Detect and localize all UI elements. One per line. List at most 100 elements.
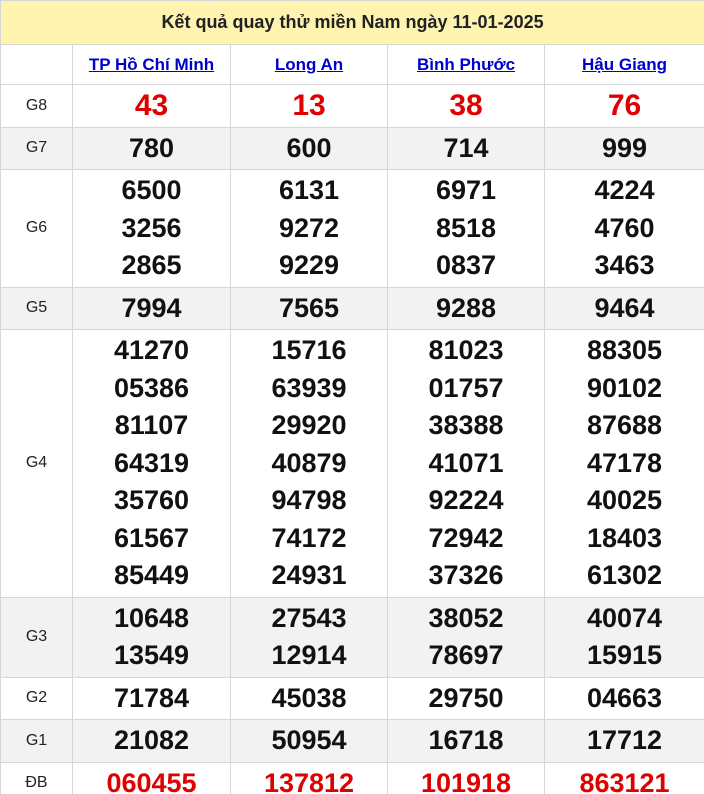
prize-number: 15716 (271, 335, 347, 365)
prize-cell: 9288 (387, 286, 545, 330)
prize-cell: 7565 (230, 286, 388, 330)
prize-number: 18403 (586, 522, 663, 553)
prize-row-g4: G4 41270 05386 81107 64319 35760 61567 8… (0, 329, 704, 598)
prize-number: 40025 (586, 485, 663, 515)
prize-cell: 7994 (72, 286, 231, 330)
prize-number: 9464 (594, 292, 655, 323)
prize-number: 94798 (271, 485, 347, 515)
prize-number: 2865 (121, 250, 182, 280)
prize-row-g6: G6 6500 3256 2865 6131 9272 9229 6971 85… (0, 169, 704, 288)
prize-number: 04663 (586, 682, 663, 713)
province-header-hcm: TP Hồ Chí Minh (72, 44, 231, 85)
prize-number: 9229 (278, 250, 340, 280)
prize-cell: 714 (387, 126, 545, 170)
prize-label-g1: G1 (0, 719, 73, 763)
prize-cell: 38 (387, 84, 545, 128)
prize-number: 0837 (435, 250, 497, 280)
prize-label-g7: G7 (0, 126, 73, 170)
prize-label-g4: G4 (0, 329, 73, 598)
prize-cell: 50954 (230, 719, 388, 763)
province-link-hcm[interactable]: TP Hồ Chí Minh (89, 55, 214, 74)
province-header-binh-phuoc: Bình Phước (387, 44, 545, 85)
prize-number: 41071 (428, 447, 504, 478)
province-link-binh-phuoc[interactable]: Bình Phước (417, 55, 515, 74)
prize-cell: 999 (543, 126, 704, 170)
prize-number: 600 (286, 132, 332, 163)
prize-cell: 04663 (543, 676, 704, 720)
prize-number: 16718 (428, 725, 504, 755)
prize-number: 6500 (121, 175, 182, 205)
prize-label-special: ĐB (0, 761, 73, 794)
prize-number: 15915 (586, 640, 663, 670)
prize-number: 4760 (594, 212, 655, 243)
prize-number: 10648 (113, 602, 190, 633)
prize-cell: 17712 (543, 719, 704, 763)
results-table: Kết quả quay thử miền Nam ngày 11-01-202… (0, 0, 704, 794)
special-prize-number: 060455 (106, 767, 197, 794)
prize-cell: 76 (543, 84, 704, 128)
prize-number: 43 (134, 89, 169, 122)
province-link-hau-giang[interactable]: Hậu Giang (582, 55, 667, 74)
prize-number: 29750 (428, 682, 504, 713)
prize-number: 9272 (278, 212, 340, 243)
prize-number: 37326 (428, 560, 504, 590)
prize-number: 01757 (428, 372, 504, 403)
prize-cell: 81023 01757 38388 41071 92224 72942 3732… (387, 329, 545, 598)
prize-cell: 101918 (387, 761, 545, 794)
prize-number: 05386 (113, 372, 190, 403)
prize-number: 78697 (428, 640, 504, 670)
prize-number: 12914 (271, 640, 347, 670)
prize-number: 8518 (435, 212, 497, 243)
prize-cell: 6131 9272 9229 (230, 169, 388, 288)
prize-number: 72942 (428, 522, 504, 553)
prize-number: 6131 (278, 175, 340, 205)
prize-cell: 21082 (72, 719, 231, 763)
prize-label-g6: G6 (0, 169, 73, 288)
prize-number: 13 (292, 89, 326, 122)
prize-cell: 137812 (230, 761, 388, 794)
prize-row-g3: G3 10648 13549 27543 12914 38052 78697 4… (0, 596, 704, 678)
prize-number: 6971 (435, 175, 497, 205)
prize-number: 38052 (428, 602, 504, 633)
prize-number: 35760 (113, 485, 190, 515)
page-title: Kết quả quay thử miền Nam ngày 11-01-202… (0, 0, 704, 45)
prize-number: 47178 (586, 447, 663, 478)
prize-row-g8: G8 43 13 38 76 (0, 84, 704, 128)
prize-number: 7565 (278, 292, 340, 323)
province-header-long-an: Long An (230, 44, 388, 85)
prize-number: 87688 (586, 410, 663, 440)
prize-cell: 16718 (387, 719, 545, 763)
prize-label-g5: G5 (0, 286, 73, 330)
prize-number: 85449 (113, 560, 190, 590)
prize-number: 41270 (113, 335, 190, 365)
prize-cell: 13 (230, 84, 388, 128)
special-prize-number: 863121 (579, 767, 670, 794)
prize-number: 38388 (428, 410, 504, 440)
prize-number: 92224 (428, 485, 504, 515)
prize-cell: 060455 (72, 761, 231, 794)
prize-number: 40879 (271, 447, 347, 478)
prize-number: 45038 (271, 682, 347, 713)
prize-number: 21082 (113, 725, 190, 755)
prize-row-g1: G1 21082 50954 16718 17712 (0, 719, 704, 763)
prize-number: 3463 (594, 250, 655, 280)
prize-cell: 41270 05386 81107 64319 35760 61567 8544… (72, 329, 231, 598)
prize-number: 780 (128, 132, 175, 163)
prize-cell: 10648 13549 (72, 596, 231, 678)
prize-row-g5: G5 7994 7565 9288 9464 (0, 286, 704, 330)
prize-cell: 9464 (543, 286, 704, 330)
prize-row-g2: G2 71784 45038 29750 04663 (0, 676, 704, 720)
prize-number: 64319 (113, 447, 190, 478)
prize-number: 81107 (114, 410, 189, 440)
province-header-row: TP Hồ Chí Minh Long An Bình Phước Hậu Gi… (0, 44, 704, 85)
prize-number: 90102 (586, 372, 663, 403)
header-corner (0, 44, 73, 85)
prize-cell: 4224 4760 3463 (543, 169, 704, 288)
province-header-hau-giang: Hậu Giang (543, 44, 704, 85)
special-prize-number: 137812 (263, 767, 355, 794)
prize-cell: 600 (230, 126, 388, 170)
prize-number: 76 (607, 89, 642, 122)
province-link-long-an[interactable]: Long An (275, 55, 343, 74)
prize-number: 29920 (271, 410, 347, 440)
prize-label-g8: G8 (0, 84, 73, 128)
